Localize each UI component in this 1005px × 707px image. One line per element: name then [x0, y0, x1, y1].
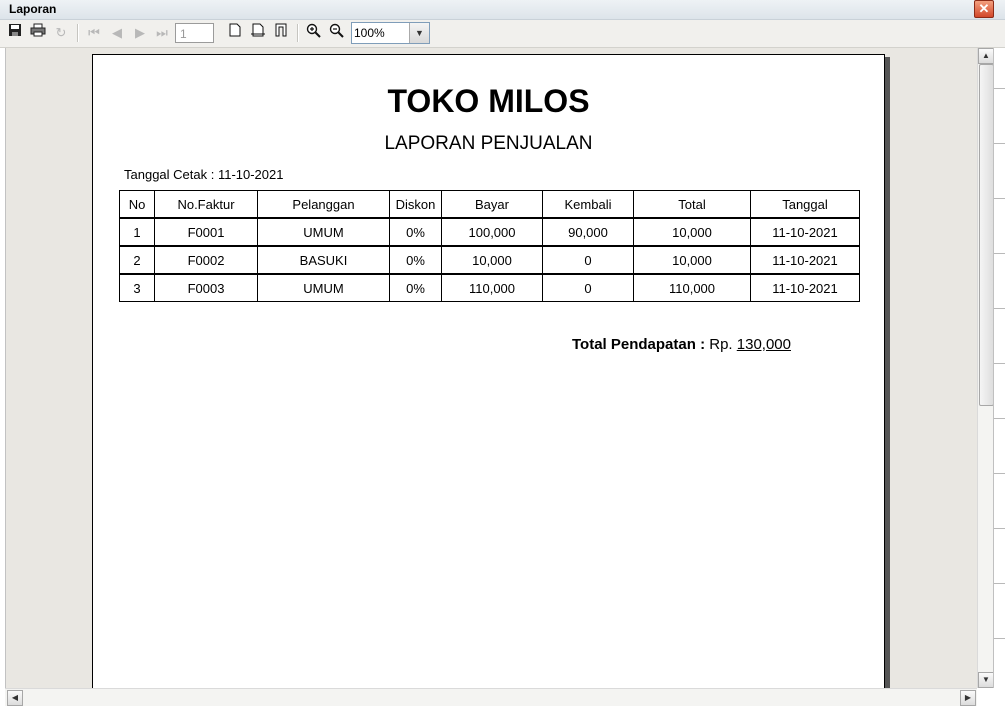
refresh-button[interactable]: ↻ — [51, 23, 71, 43]
print-icon — [30, 23, 46, 37]
table-cell: 10,000 — [633, 245, 751, 275]
table-cell: 110,000 — [633, 273, 751, 302]
preview-toolbar: ↻ ⏮ ◀ ▶ ⏭ — [0, 20, 1005, 48]
refresh-icon: ↻ — [55, 25, 67, 40]
report-page: TOKO MILOS LAPORAN PENJUALAN Tanggal Cet… — [92, 54, 885, 688]
prev-page-button[interactable]: ◀ — [107, 23, 127, 43]
column-header: Kembali — [542, 190, 634, 219]
table-cell: 3 — [119, 273, 155, 302]
close-button[interactable]: ✕ — [974, 0, 994, 18]
prev-page-icon: ◀ — [112, 25, 122, 40]
scroll-left-button[interactable]: ◀ — [7, 690, 23, 706]
whole-page-icon — [275, 23, 287, 37]
table-cell: 1 — [119, 217, 155, 247]
scroll-down-button[interactable]: ▼ — [978, 672, 994, 688]
column-header: Bayar — [441, 190, 543, 219]
scroll-right-button[interactable]: ▶ — [960, 690, 976, 706]
table-row: 1 F0001 UMUM 0% 100,000 90,000 10,000 11… — [119, 217, 860, 247]
first-page-icon: ⏮ — [88, 25, 100, 40]
scroll-up-button[interactable]: ▲ — [978, 48, 994, 64]
table-cell: 11-10-2021 — [750, 273, 860, 302]
zoom-out-icon — [329, 23, 344, 38]
table-cell: F0001 — [154, 217, 258, 247]
chevron-down-icon[interactable]: ▼ — [409, 23, 429, 43]
save-button[interactable] — [5, 23, 25, 43]
page-width-icon — [251, 23, 265, 37]
background-window-edge — [993, 48, 1005, 688]
table-row: 3 F0003 UMUM 0% 110,000 0 110,000 11-10-… — [119, 273, 860, 302]
zoom-out-button[interactable] — [327, 23, 347, 43]
table-cell: 0 — [542, 273, 634, 302]
table-cell: UMUM — [257, 217, 390, 247]
table-cell: 10,000 — [441, 245, 543, 275]
next-page-button[interactable]: ▶ — [130, 23, 150, 43]
column-header: Tanggal — [750, 190, 860, 219]
table-cell: 0% — [389, 217, 442, 247]
zoom-select[interactable]: 100% ▼ — [351, 22, 430, 44]
table-cell: 0% — [389, 245, 442, 275]
table-cell: UMUM — [257, 273, 390, 302]
vertical-scrollbar[interactable]: ▲ ▼ — [977, 48, 994, 688]
first-page-button[interactable]: ⏮ — [84, 23, 104, 43]
page-view-icon — [229, 23, 241, 37]
store-name: TOKO MILOS — [387, 83, 590, 119]
window-titlebar: Laporan ✕ — [0, 0, 1005, 20]
print-date: Tanggal Cetak : 11-10-2021 — [124, 167, 284, 182]
last-page-icon: ⏭ — [156, 25, 168, 40]
window-title: Laporan — [9, 2, 57, 16]
column-header: No — [119, 190, 155, 219]
whole-page-button[interactable] — [271, 23, 291, 43]
print-button[interactable] — [28, 23, 48, 43]
last-page-button[interactable]: ⏭ — [152, 23, 172, 43]
column-header: Diskon — [389, 190, 442, 219]
table-cell: 11-10-2021 — [750, 245, 860, 275]
report-title: LAPORAN PENJUALAN — [384, 133, 593, 154]
table-cell: 0 — [542, 245, 634, 275]
close-icon: ✕ — [978, 1, 990, 16]
table-cell: 2 — [119, 245, 155, 275]
toolbar-separator — [297, 24, 299, 42]
horizontal-scrollbar[interactable]: ◀ ▶ — [5, 688, 977, 706]
vertical-scroll-thumb[interactable] — [979, 64, 994, 406]
table-cell: 100,000 — [441, 217, 543, 247]
page-view-button[interactable] — [225, 23, 245, 43]
report-viewport: TOKO MILOS LAPORAN PENJUALAN Tanggal Cet… — [5, 48, 978, 688]
table-row: 2 F0002 BASUKI 0% 10,000 0 10,000 11-10-… — [119, 245, 860, 275]
chevron-up-icon: ▲ — [982, 51, 990, 60]
currency-prefix: Rp. — [709, 336, 733, 353]
table-header-row: No No.Faktur Pelanggan Diskon Bayar Kemb… — [119, 190, 860, 219]
table-cell: F0003 — [154, 273, 258, 302]
table-cell: 11-10-2021 — [750, 217, 860, 247]
next-page-icon: ▶ — [135, 25, 145, 40]
column-header: Total — [633, 190, 751, 219]
column-header: No.Faktur — [154, 190, 258, 219]
page-width-button[interactable] — [248, 23, 268, 43]
chevron-right-icon: ▶ — [964, 693, 972, 702]
table-cell: 10,000 — [633, 217, 751, 247]
chevron-down-icon: ▼ — [982, 675, 990, 684]
zoom-value: 100% — [354, 26, 385, 40]
table-cell: F0002 — [154, 245, 258, 275]
zoom-in-button[interactable] — [304, 23, 324, 43]
total-revenue: Total Pendapatan : Rp. 130,000 — [572, 336, 791, 353]
total-value: 130,000 — [736, 336, 791, 353]
total-label: Total Pendapatan : — [572, 336, 706, 353]
page-number-input[interactable]: 1 — [175, 23, 214, 43]
zoom-in-icon — [306, 23, 321, 38]
table-cell: 110,000 — [441, 273, 543, 302]
table-cell: 0% — [389, 273, 442, 302]
save-icon — [9, 24, 21, 36]
chevron-left-icon: ◀ — [11, 693, 19, 702]
column-header: Pelanggan — [257, 190, 390, 219]
toolbar-separator — [77, 24, 79, 42]
table-cell: 90,000 — [542, 217, 634, 247]
sales-table: No No.Faktur Pelanggan Diskon Bayar Kemb… — [119, 190, 860, 302]
table-cell: BASUKI — [257, 245, 390, 275]
